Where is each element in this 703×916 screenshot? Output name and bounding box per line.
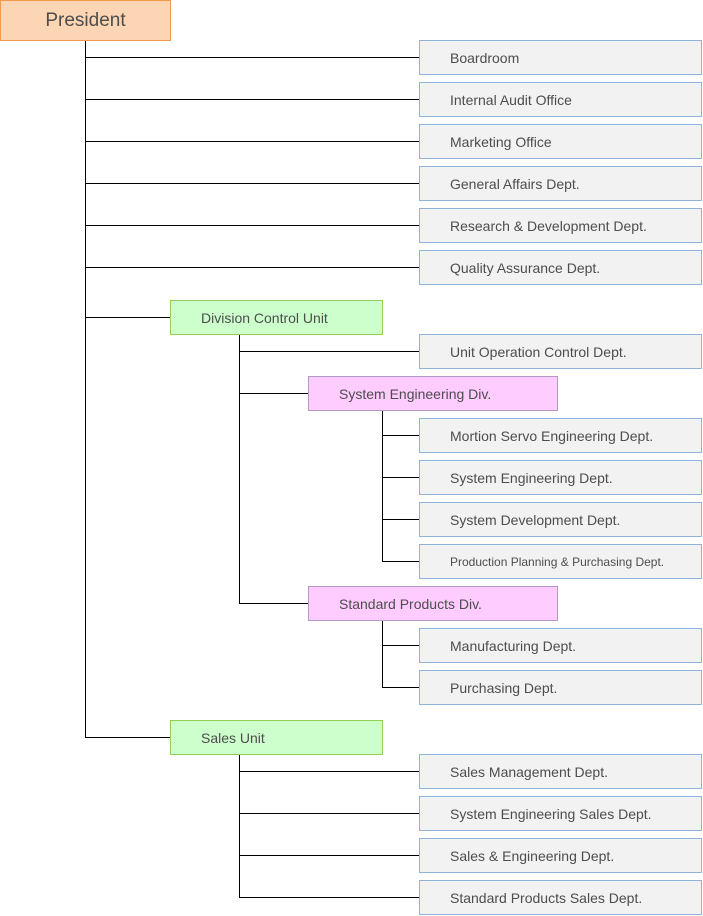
connector (239, 771, 419, 772)
node-standard-products-div: Standard Products Div. (308, 586, 558, 621)
connector (382, 687, 419, 688)
node-president: President (0, 0, 171, 41)
connector (382, 561, 419, 562)
node-unit-operation-control-dept: Unit Operation Control Dept. (419, 334, 702, 369)
node-production-planning-purchasing-dept: Production Planning & Purchasing Dept. (419, 544, 702, 579)
connector (239, 855, 419, 856)
connector-sales-trunk (239, 754, 240, 898)
connector (239, 351, 419, 352)
node-system-engineering-dept: System Engineering Dept. (419, 460, 702, 495)
connector (85, 225, 419, 226)
node-purchasing-dept: Purchasing Dept. (419, 670, 702, 705)
node-division-control-unit: Division Control Unit (170, 300, 383, 335)
connector (239, 813, 419, 814)
node-boardroom: Boardroom (419, 40, 702, 75)
connector (239, 897, 419, 898)
connector (85, 267, 419, 268)
connector-sed-trunk (382, 410, 383, 562)
node-marketing-office: Marketing Office (419, 124, 702, 159)
connector-dcu-trunk (239, 334, 240, 604)
node-sales-unit: Sales Unit (170, 720, 383, 755)
connector (85, 317, 170, 318)
connector (382, 519, 419, 520)
node-internal-audit-office: Internal Audit Office (419, 82, 702, 117)
node-quality-assurance-dept: Quality Assurance Dept. (419, 250, 702, 285)
node-system-engineering-div: System Engineering Div. (308, 376, 558, 411)
node-motion-servo-engineering-dept: Mortion Servo Engineering Dept. (419, 418, 702, 453)
connector (239, 603, 308, 604)
connector-spd-trunk (382, 620, 383, 688)
node-system-development-dept: System Development Dept. (419, 502, 702, 537)
connector (382, 435, 419, 436)
node-standard-products-sales-dept: Standard Products Sales Dept. (419, 880, 702, 915)
node-research-development-dept: Research & Development Dept. (419, 208, 702, 243)
connector (85, 141, 419, 142)
connector-president-trunk (85, 41, 86, 738)
connector (239, 393, 308, 394)
node-manufacturing-dept: Manufacturing Dept. (419, 628, 702, 663)
node-general-affairs-dept: General Affairs Dept. (419, 166, 702, 201)
connector (85, 737, 170, 738)
node-sales-management-dept: Sales Management Dept. (419, 754, 702, 789)
connector (382, 645, 419, 646)
connector (382, 477, 419, 478)
connector (85, 99, 419, 100)
connector (85, 183, 419, 184)
node-system-engineering-sales-dept: System Engineering Sales Dept. (419, 796, 702, 831)
node-sales-engineering-dept: Sales & Engineering Dept. (419, 838, 702, 873)
connector (85, 57, 419, 58)
